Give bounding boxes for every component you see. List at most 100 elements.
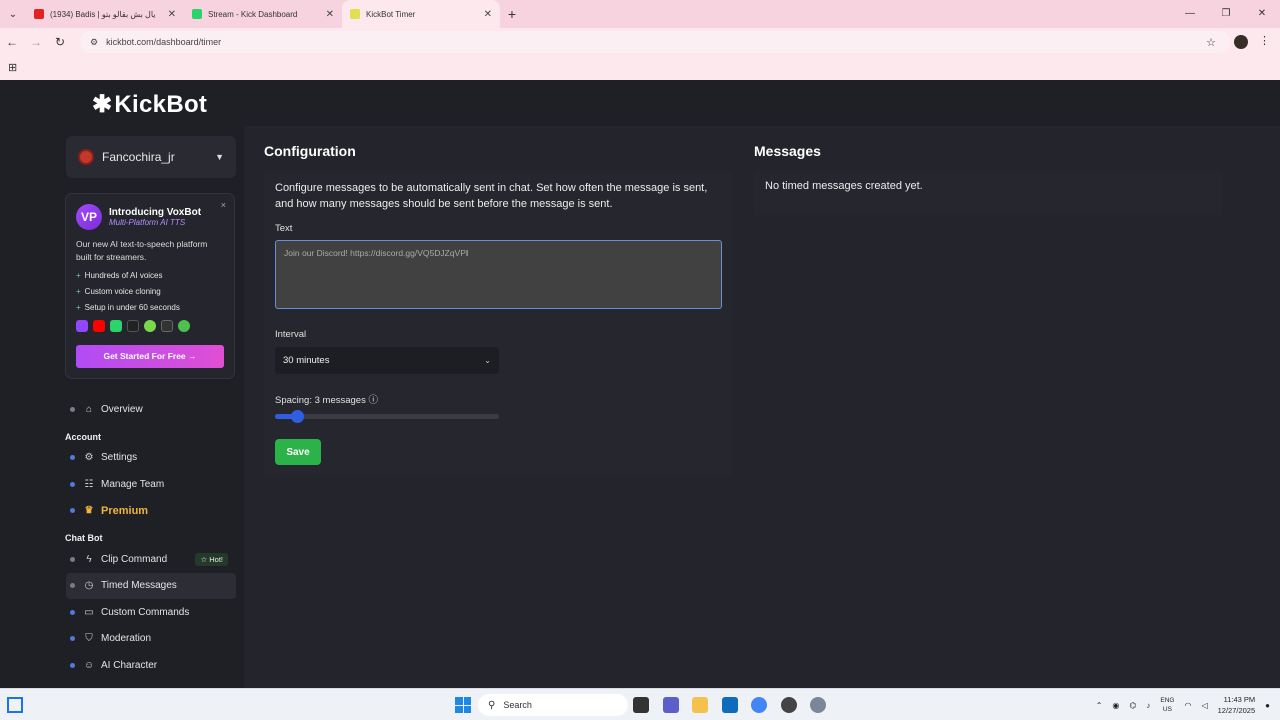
configuration-description: Configure messages to be automatically s… [275,182,708,210]
file-explorer-icon[interactable] [692,697,708,713]
tab-search-icon[interactable]: ⌄ [0,0,26,28]
close-tab-icon[interactable]: ✕ [326,9,334,20]
wifi-icon[interactable]: ◠ [1184,701,1191,710]
language-indicator[interactable]: ENG US [1160,696,1174,714]
obs-icon[interactable] [781,697,797,713]
youtube-favicon-icon [34,9,44,19]
maximize-icon[interactable]: ❐ [1208,0,1244,28]
back-icon[interactable]: ← [0,35,24,49]
chat-icon: ▭ [84,606,94,618]
kickbot-logo[interactable]: ✱KickBot [92,90,207,119]
configuration-title: Configuration [264,143,356,159]
sidebar-item-premium[interactable]: ♛ Premium [66,498,236,525]
tab-title: Stream - Kick Dashboard [208,9,298,19]
sidebar-nav: ⌂ Overview Account ⚙ Settings ☷ Manage Team… [65,396,236,679]
gear-icon: ⚙ [84,452,94,464]
sidebar-item-moderation[interactable]: ⛉ Moderation [66,626,236,653]
spacing-slider[interactable] [275,410,499,423]
windows-start-icon[interactable] [455,697,471,713]
tab-title: (1934) Badis | يال بش بقالو بتو [50,9,156,19]
youtube-icon [93,320,105,333]
chevron-up-icon[interactable]: ⌃ [1096,701,1103,710]
user-selector[interactable]: Fancochira_jr ▼ [66,136,236,178]
network-icon[interactable]: ⌬ [1129,701,1136,710]
home-icon: ⌂ [85,403,93,415]
close-window-icon[interactable]: ✕ [1244,0,1280,28]
apps-grid-icon[interactable]: ⊞ [8,61,17,74]
taskbar-search[interactable]: ⚲ Search [478,694,628,716]
messages-title: Messages [754,143,821,159]
text-cursor-icon: I [465,248,469,258]
browser-menu-icon[interactable]: ⋮ [1259,34,1270,47]
minimize-icon[interactable]: — [1172,0,1208,28]
search-icon: ⚲ [488,699,496,711]
show-desktop-icon[interactable] [7,697,23,713]
promo-feature: + Hundreds of AI voices [76,271,163,281]
windows-taskbar: ⚲ Search ⌃ ◉ ⌬ ♪ ENG US ◠ ◁ 11:43 PM 12/… [0,688,1280,720]
forward-icon[interactable]: → [24,35,48,49]
green-platform-icon [178,320,190,333]
promo-feature: + Setup in under 60 seconds [76,303,180,313]
user-name: Fancochira_jr [102,150,175,164]
task-view-icon[interactable] [633,697,649,713]
browser-tab-kickbot-timer[interactable]: KickBot Timer ✕ [342,0,500,28]
settings-icon[interactable] [810,697,826,713]
section-label-chat-bot: Chat Bot [65,533,103,543]
clock-icon: ◷ [84,580,94,592]
browser-tab-bar: ⌄ (1934) Badis | يال بش بقالو بتو ✕ Stre… [0,0,1280,28]
sidebar-item-overview[interactable]: ⌂ Overview [66,396,236,423]
address-bar-row: ← → ↻ ⚙ kickbot.com/dashboard/timer ☆ ⋮ [0,28,1280,56]
reload-icon[interactable]: ↻ [48,35,72,49]
new-tab-button[interactable]: + [500,6,524,22]
crown-icon: ♛ [84,505,94,517]
shield-icon: ⛉ [85,633,93,645]
bookmarks-bar: ⊞ [0,56,1280,80]
sidebar-item-ai-character[interactable]: ☺ AI Character [66,652,236,679]
interval-label: Interval [275,329,307,340]
close-tab-icon[interactable]: ✕ [168,9,176,20]
store-icon[interactable] [722,697,738,713]
sidebar-item-timed-messages[interactable]: ◷ Timed Messages [66,572,236,599]
interval-select[interactable]: 30 minutes ⌄ [275,347,499,374]
close-tab-icon[interactable]: ✕ [484,9,492,20]
tray-app-icon[interactable]: ◉ [1112,701,1119,710]
site-info-icon[interactable]: ⚙ [90,37,98,48]
platform-icons [76,320,224,333]
sidebar-item-clip-command[interactable]: ϟ Clip Command ☆ Hot! [66,546,236,573]
message-text-value: Join our Discord! https://discord.gg/VQ5… [284,248,466,258]
url-field[interactable]: ⚙ kickbot.com/dashboard/timer ☆ [80,31,1230,53]
promo-cta-button[interactable]: Get Started For Free → [76,345,224,368]
sidebar-item-custom-commands[interactable]: ▭ Custom Commands [66,599,236,626]
twitch-icon [76,320,88,333]
system-tray: ⌃ ◉ ⌬ ♪ ENG US ◠ ◁ 11:43 PM 12/27/2025 ● [1096,689,1270,720]
user-avatar [78,149,94,165]
microphone-icon[interactable]: ♪ [1146,701,1150,710]
sidebar-item-settings[interactable]: ⚙ Settings [66,445,236,472]
window-controls: — ❐ ✕ [1172,0,1280,28]
rumble-icon [144,320,156,333]
teams-icon[interactable] [663,697,679,713]
chrome-icon[interactable] [751,697,767,713]
sidebar: Fancochira_jr ▼ × VP Introducing VoxBot … [0,126,244,688]
message-text-input[interactable]: Join our Discord! https://discord.gg/VQ5… [275,240,722,309]
bot-icon: ☺ [83,659,95,671]
notification-icon[interactable]: ● [1265,701,1270,710]
voxbot-logo: VP [76,204,102,230]
browser-tab-kick-dashboard[interactable]: Stream - Kick Dashboard ✕ [184,0,342,28]
profile-avatar[interactable] [1234,35,1248,49]
interval-value: 30 minutes [283,355,330,366]
sidebar-item-manage-team[interactable]: ☷ Manage Team [66,471,236,498]
save-button[interactable]: Save [275,439,321,465]
volume-icon[interactable]: ◁ [1201,701,1207,710]
bookmark-star-icon[interactable]: ☆ [1206,36,1216,49]
tab-title: KickBot Timer [366,9,416,19]
browser-tab-youtube[interactable]: (1934) Badis | يال بش بقالو بتو ✕ [26,0,184,28]
taskbar-clock[interactable]: 11:43 PM 12/27/2025 [1218,694,1256,716]
kickbot-favicon-icon [350,9,360,19]
spacing-label: Spacing: 3 messages ⓘ [275,395,378,406]
kick-icon [110,320,122,333]
url-text: kickbot.com/dashboard/timer [106,37,222,47]
promo-close-icon[interactable]: × [221,200,226,210]
caret-down-icon: ▼ [215,152,224,162]
tiktok-icon [127,320,139,333]
